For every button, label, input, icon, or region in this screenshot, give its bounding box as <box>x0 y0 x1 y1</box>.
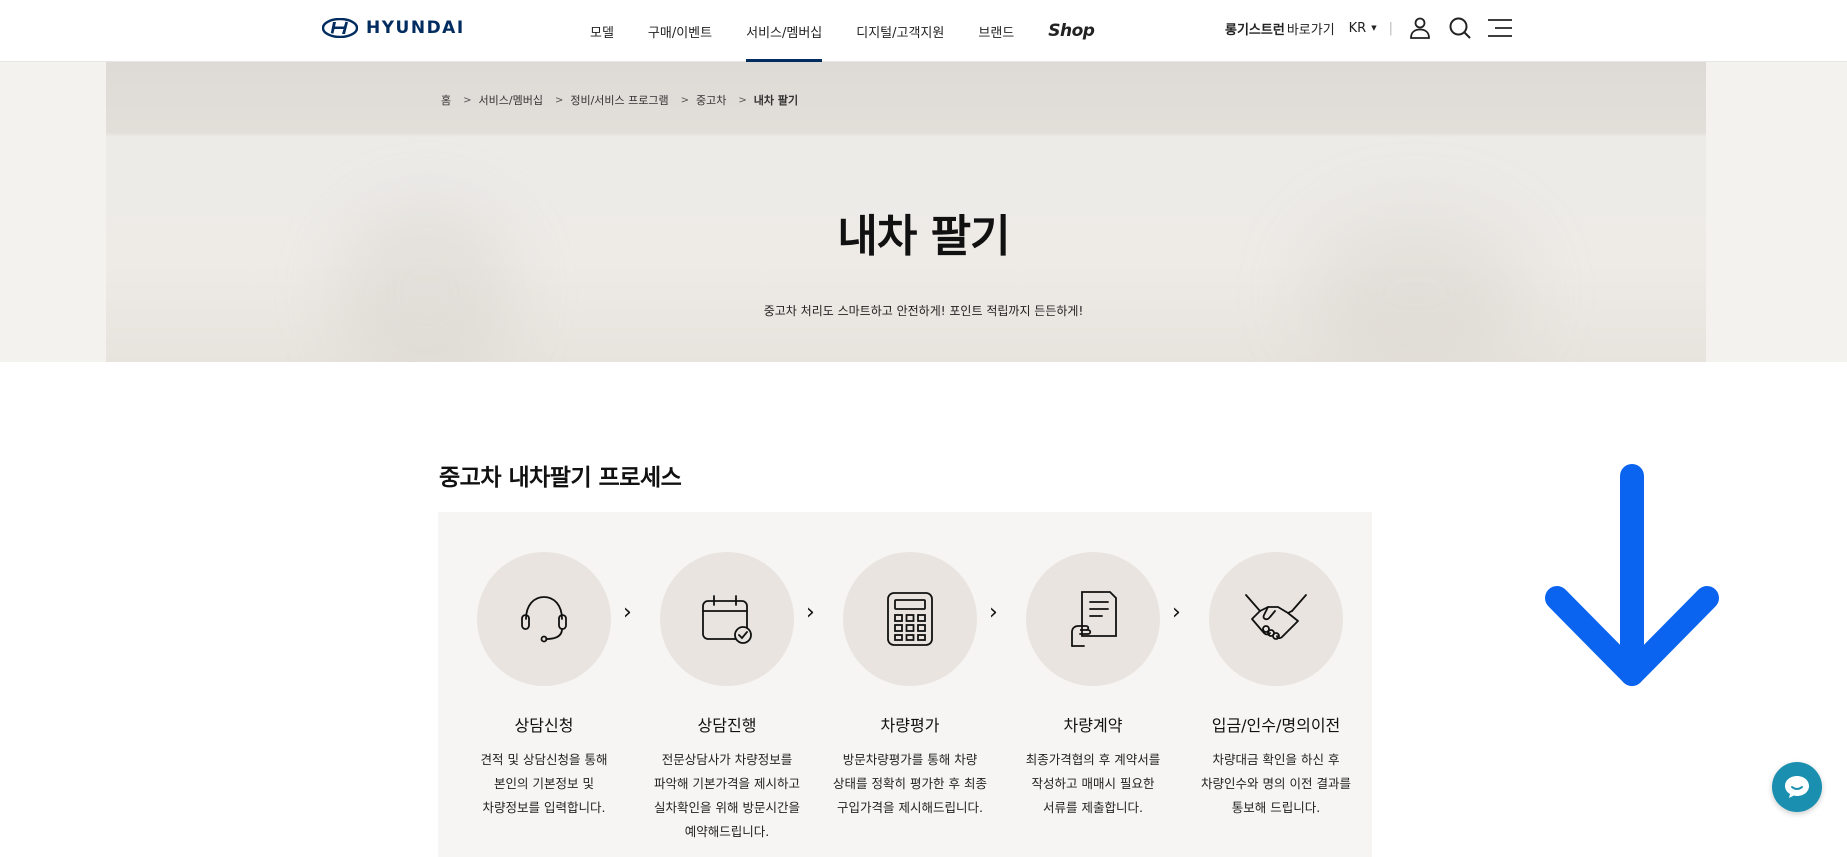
step-icon-circle <box>843 552 977 686</box>
longest-run-label[interactable]: 롱기스트런 <box>1225 19 1285 38</box>
breadcrumb-home[interactable]: 홈 <box>441 92 451 108</box>
step-name: 상담신청 <box>514 716 574 735</box>
nav-item-purchase-events[interactable]: 구매/이벤트 <box>648 0 712 62</box>
step-description: 차량대금 확인을 하신 후 차량인수와 명의 이전 결과를 통보해 드립니다. <box>1201 752 1351 815</box>
process-step-vehicle-evaluation: 차량평가 방문차량평가를 통해 차량 상태를 정확히 평가한 후 최종 구입가격… <box>830 552 990 820</box>
process-section-title: 중고차 내차팔기 프로세스 <box>439 465 682 491</box>
step-description: 전문상담사가 차량정보를 파악해 기본가격을 제시하고 실차확인을 위해 방문시… <box>654 752 800 839</box>
chevron-right-icon: › <box>989 600 998 625</box>
chat-button[interactable] <box>1772 762 1822 812</box>
chevron-right-icon: > <box>680 94 690 106</box>
breadcrumb-service-program[interactable]: 정비/서비스 프로그램 <box>570 92 668 108</box>
step-name: 차량계약 <box>1063 716 1123 735</box>
divider: | <box>1388 20 1393 36</box>
menu-icon[interactable] <box>1487 15 1513 41</box>
calculator-icon <box>887 592 933 646</box>
caret-down-icon: ▼ <box>1371 24 1377 32</box>
search-icon[interactable] <box>1447 15 1473 41</box>
hyundai-logo[interactable]: HYUNDAI <box>322 18 465 38</box>
nav-item-shop[interactable]: Shop <box>1048 0 1095 62</box>
nav-item-models[interactable]: 모델 <box>590 0 614 62</box>
main-nav: 모델 구매/이벤트 서비스/멤버십 디지털/고객지원 브랜드 Shop <box>590 0 1128 62</box>
nav-item-brand[interactable]: 브랜드 <box>978 0 1014 62</box>
utility-bar: 롱기스트런 바로가기 KR ▼ | <box>1225 0 1513 56</box>
step-icon-circle <box>660 552 794 686</box>
page-title: 내차 팔기 <box>837 211 1010 262</box>
headset-icon <box>521 596 567 643</box>
process-step-vehicle-contract: 차량계약 최종가격협의 후 계약서를 작성하고 매매시 필요한 서류를 제출합니… <box>1013 552 1173 820</box>
document-hand-icon <box>1071 591 1117 647</box>
process-step-consult-progress: 상담진행 전문상담사가 차량정보를 파악해 기본가격을 제시하고 실차확인을 위… <box>647 552 807 844</box>
step-description: 방문차량평가를 통해 차량 상태를 정확히 평가한 후 최종 구입가격을 제시해… <box>833 752 987 815</box>
breadcrumb-current: 내차 팔기 <box>753 94 799 107</box>
goto-link[interactable]: 바로가기 <box>1287 19 1335 38</box>
breadcrumb: 홈 > 서비스/멤버십 > 정비/서비스 프로그램 > 중고차 > 내차 팔기 <box>441 92 798 108</box>
hyundai-emblem-icon <box>322 18 358 38</box>
user-icon[interactable] <box>1407 15 1433 41</box>
step-icon-circle <box>1209 552 1343 686</box>
step-description: 최종가격협의 후 계약서를 작성하고 매매시 필요한 서류를 제출합니다. <box>1025 752 1161 815</box>
chevron-right-icon: › <box>623 600 632 625</box>
process-step-consult-request: 상담신청 견적 및 상담신청을 통해 본인의 기본정보 및 차량정보를 입력합니… <box>464 552 624 820</box>
arrow-down-icon <box>1545 462 1720 691</box>
chevron-right-icon: > <box>554 94 564 106</box>
chevron-right-icon: › <box>806 600 815 625</box>
handshake-icon <box>1245 594 1307 640</box>
step-name: 상담진행 <box>697 716 757 735</box>
step-icon-circle <box>477 552 611 686</box>
chevron-right-icon: › <box>1172 600 1181 625</box>
language-selector[interactable]: KR <box>1349 21 1367 36</box>
step-name: 차량평가 <box>880 716 940 735</box>
process-steps: 상담신청 견적 및 상담신청을 통해 본인의 기본정보 및 차량정보를 입력합니… <box>438 512 1372 857</box>
chat-bubble-icon <box>1785 776 1809 798</box>
chevron-right-icon: > <box>463 94 472 106</box>
site-header: HYUNDAI 모델 구매/이벤트 서비스/멤버십 디지털/고객지원 브랜드 S… <box>0 0 1847 62</box>
calendar-check-icon <box>702 595 752 644</box>
breadcrumb-used-car[interactable]: 중고차 <box>696 92 726 108</box>
step-name: 입금/인수/명의이전 <box>1211 716 1341 735</box>
chevron-right-icon: > <box>738 94 747 106</box>
process-step-payment-transfer: 입금/인수/명의이전 차량대금 확인을 하신 후 차량인수와 명의 이전 결과를… <box>1196 552 1356 820</box>
breadcrumb-service-membership[interactable]: 서비스/멤버십 <box>479 92 543 108</box>
nav-item-service-membership[interactable]: 서비스/멤버십 <box>746 0 823 62</box>
step-icon-circle <box>1026 552 1160 686</box>
page-subtitle: 중고차 처리도 스마트하고 안전하게! 포인트 적립까지 든든하게! <box>763 304 1084 318</box>
step-description: 견적 및 상담신청을 통해 본인의 기본정보 및 차량정보를 입력합니다. <box>480 752 608 815</box>
logo-text: HYUNDAI <box>366 18 465 38</box>
nav-item-digital-support[interactable]: 디지털/고객지원 <box>856 0 944 62</box>
